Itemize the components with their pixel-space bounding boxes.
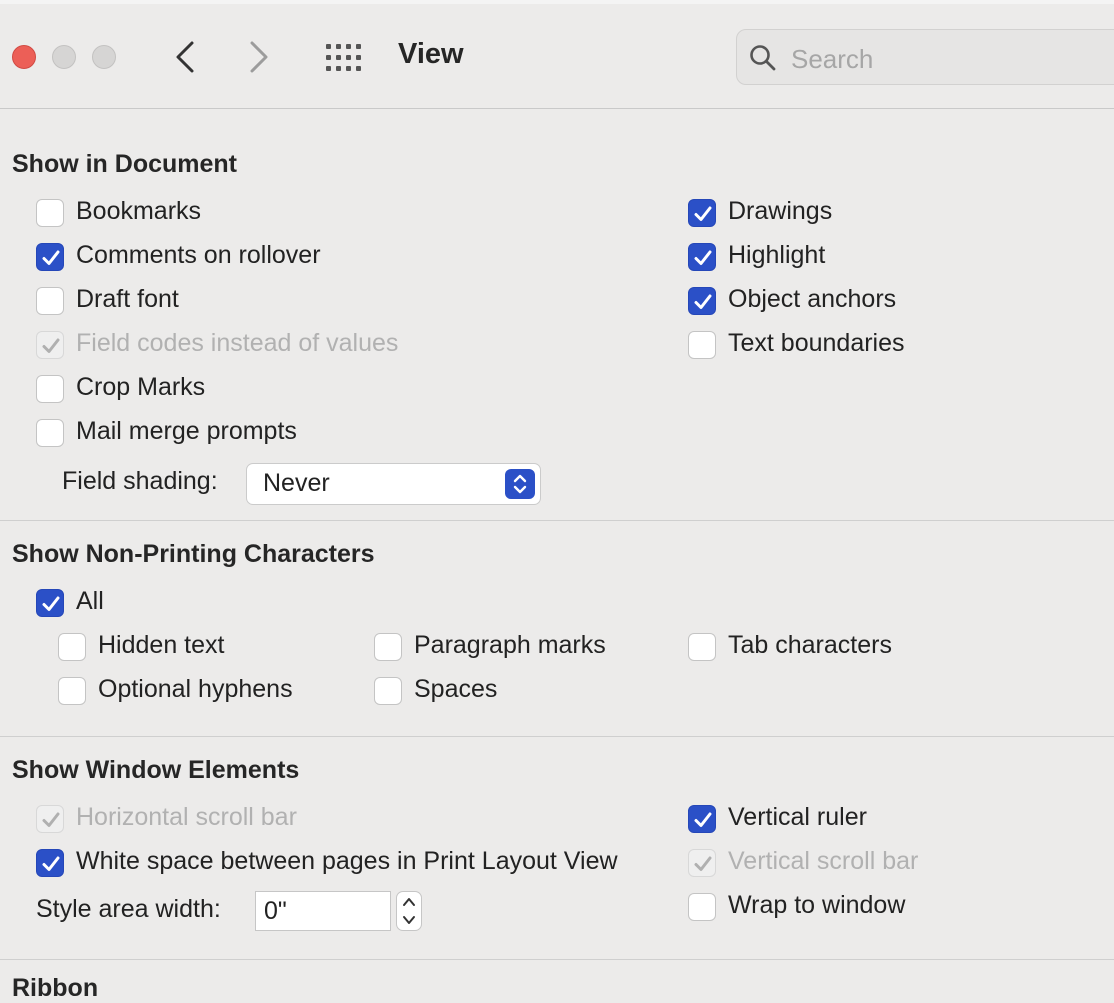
checkbox-label: Drawings [728, 197, 833, 225]
checkbox-box [36, 331, 64, 359]
checkbox-box[interactable] [36, 849, 64, 877]
section-heading-ribbon: Ribbon [12, 974, 99, 1002]
checkbox-box[interactable] [36, 375, 64, 403]
checkbox-box[interactable] [688, 893, 716, 921]
checkbox-box [688, 849, 716, 877]
field-shading-select[interactable]: Never [246, 463, 541, 505]
checkmark-icon [694, 856, 712, 871]
checkbox-label: Paragraph marks [414, 631, 606, 659]
zoom-window-button[interactable] [92, 45, 116, 69]
section-divider [0, 520, 1114, 521]
checkbox-label: Text boundaries [728, 329, 905, 357]
checkbox-box[interactable] [374, 677, 402, 705]
search-field[interactable] [736, 29, 1114, 85]
checkbox-label: Bookmarks [76, 197, 202, 225]
checkbox-box[interactable] [36, 287, 64, 315]
checkbox-label: Vertical ruler [728, 803, 867, 831]
minimize-window-button[interactable] [52, 45, 76, 69]
checkmark-icon [694, 812, 712, 827]
checkmark-icon [42, 596, 60, 611]
checkmark-icon [694, 250, 712, 265]
checkbox-box[interactable] [36, 589, 64, 617]
checkbox-label: Horizontal scroll bar [76, 803, 297, 831]
style-area-width-label: Style area width: [36, 895, 221, 923]
checkbox-label: Highlight [728, 241, 826, 269]
checkbox-label: Optional hyphens [98, 675, 293, 703]
up-down-chevrons-icon [513, 474, 527, 494]
checkbox-box[interactable] [58, 633, 86, 661]
section-divider [0, 959, 1114, 960]
grid-icon [326, 44, 361, 71]
show-all-button[interactable] [325, 42, 363, 74]
section-heading-window-elements: Show Window Elements [12, 756, 300, 784]
checkbox-box[interactable] [688, 243, 716, 271]
checkbox-label: Field codes instead of values [76, 329, 399, 357]
search-icon [750, 45, 776, 71]
checkbox-box[interactable] [688, 805, 716, 833]
field-shading-label: Field shading: [62, 467, 218, 495]
checkbox-box[interactable] [688, 287, 716, 315]
checkbox-label: Wrap to window [728, 891, 906, 919]
checkmark-icon [42, 338, 60, 353]
checkmark-icon [42, 856, 60, 871]
checkbox-label: Vertical scroll bar [728, 847, 919, 875]
checkbox-box[interactable] [688, 199, 716, 227]
checkbox-box[interactable] [36, 199, 64, 227]
checkbox-box[interactable] [58, 677, 86, 705]
checkbox-label: Draft font [76, 285, 179, 313]
checkbox-box[interactable] [688, 331, 716, 359]
checkmark-icon [694, 294, 712, 309]
checkbox-label: All [76, 587, 104, 615]
checkbox-box[interactable] [36, 419, 64, 447]
checkbox-label: Crop Marks [76, 373, 206, 401]
stepper-up-icon[interactable] [401, 895, 417, 909]
stepper-down-icon[interactable] [401, 913, 417, 927]
checkbox-label: Spaces [414, 675, 498, 703]
checkbox-label: Tab characters [728, 631, 892, 659]
checkmark-icon [694, 206, 712, 221]
section-heading-show-in-document: Show in Document [12, 150, 237, 178]
checkbox-label: Hidden text [98, 631, 225, 659]
checkbox-label: Comments on rollover [76, 241, 321, 269]
checkbox-box[interactable] [36, 243, 64, 271]
checkbox-box[interactable] [374, 633, 402, 661]
style-area-width-stepper[interactable] [396, 891, 422, 931]
search-input[interactable] [789, 40, 1113, 78]
close-window-button[interactable] [12, 45, 36, 69]
checkbox-box[interactable] [688, 633, 716, 661]
window-title: View [398, 38, 464, 70]
section-divider [0, 736, 1114, 737]
chevron-left-icon [176, 41, 194, 73]
title-bar: View [0, 4, 1114, 109]
checkbox-label: Object anchors [728, 285, 897, 313]
chevron-right-icon [250, 41, 268, 73]
checkbox-label: Mail merge prompts [76, 417, 297, 445]
select-arrows [505, 469, 535, 499]
field-shading-value: Never [263, 469, 330, 497]
style-area-width-input[interactable] [255, 891, 391, 931]
forward-button[interactable] [244, 40, 274, 74]
checkbox-label: White space between pages in Print Layou… [76, 847, 618, 875]
checkbox-box [36, 805, 64, 833]
section-heading-non-printing: Show Non-Printing Characters [12, 540, 375, 568]
back-button[interactable] [172, 40, 202, 74]
checkmark-icon [42, 250, 60, 265]
checkmark-icon [42, 812, 60, 827]
